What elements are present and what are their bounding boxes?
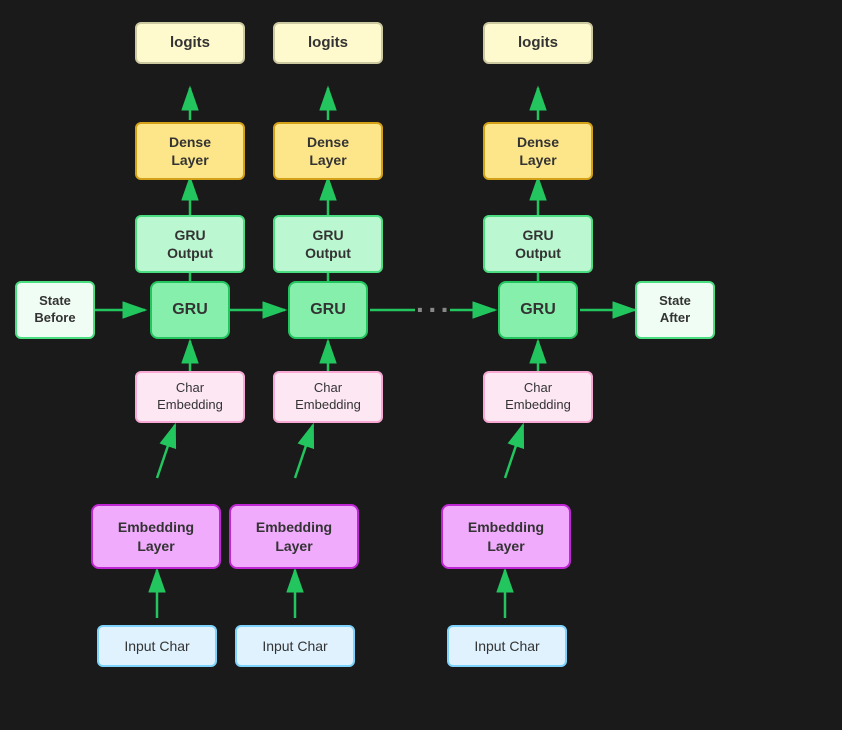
logits-3-label: logits (518, 33, 558, 53)
logits-3: logits (483, 22, 593, 64)
gru-3-label: GRU (520, 300, 556, 321)
embedding-layer-1: EmbeddingLayer (91, 504, 221, 569)
input-char-3: Input Char (447, 625, 567, 667)
gru-output-3-label: GRUOutput (515, 226, 561, 262)
gru-output-3: GRUOutput (483, 215, 593, 273)
gru-output-2: GRUOutput (273, 215, 383, 273)
ellipsis: ··· (416, 294, 453, 326)
char-embedding-3: CharEmbedding (483, 371, 593, 423)
logits-2: logits (273, 22, 383, 64)
dense-2-label: DenseLayer (307, 133, 349, 169)
logits-2-label: logits (308, 33, 348, 53)
arrows-overlay (0, 0, 842, 730)
gru-2-label: GRU (310, 300, 346, 321)
gru-output-1: GRUOutput (135, 215, 245, 273)
gru-3: GRU (498, 281, 578, 339)
gru-1: GRU (150, 281, 230, 339)
input-char-2-label: Input Char (262, 637, 327, 655)
emb-layer-2-label: EmbeddingLayer (256, 518, 332, 554)
state-after: StateAfter (635, 281, 715, 339)
char-emb-2-label: CharEmbedding (295, 380, 361, 414)
char-emb-3-label: CharEmbedding (505, 380, 571, 414)
char-emb-1-label: CharEmbedding (157, 380, 223, 414)
dense-layer-1: DenseLayer (135, 122, 245, 180)
logits-1: logits (135, 22, 245, 64)
input-char-1-label: Input Char (124, 637, 189, 655)
gru-2: GRU (288, 281, 368, 339)
input-char-3-label: Input Char (474, 637, 539, 655)
state-after-label: StateAfter (659, 293, 691, 327)
logits-1-label: logits (170, 33, 210, 53)
gru-output-1-label: GRUOutput (167, 226, 213, 262)
diagram: ··· logits logits logits DenseLayer Dens… (0, 0, 842, 730)
emb-layer-3-label: EmbeddingLayer (468, 518, 544, 554)
embedding-layer-2: EmbeddingLayer (229, 504, 359, 569)
gru-output-2-label: GRUOutput (305, 226, 351, 262)
dense-layer-2: DenseLayer (273, 122, 383, 180)
embedding-layer-3: EmbeddingLayer (441, 504, 571, 569)
char-embedding-1: CharEmbedding (135, 371, 245, 423)
gru-1-label: GRU (172, 300, 208, 321)
state-before-label: StateBefore (34, 293, 75, 327)
dense-3-label: DenseLayer (517, 133, 559, 169)
emb-layer-1-label: EmbeddingLayer (118, 518, 194, 554)
dense-layer-3: DenseLayer (483, 122, 593, 180)
input-char-1: Input Char (97, 625, 217, 667)
state-before: StateBefore (15, 281, 95, 339)
dense-1-label: DenseLayer (169, 133, 211, 169)
input-char-2: Input Char (235, 625, 355, 667)
char-embedding-2: CharEmbedding (273, 371, 383, 423)
